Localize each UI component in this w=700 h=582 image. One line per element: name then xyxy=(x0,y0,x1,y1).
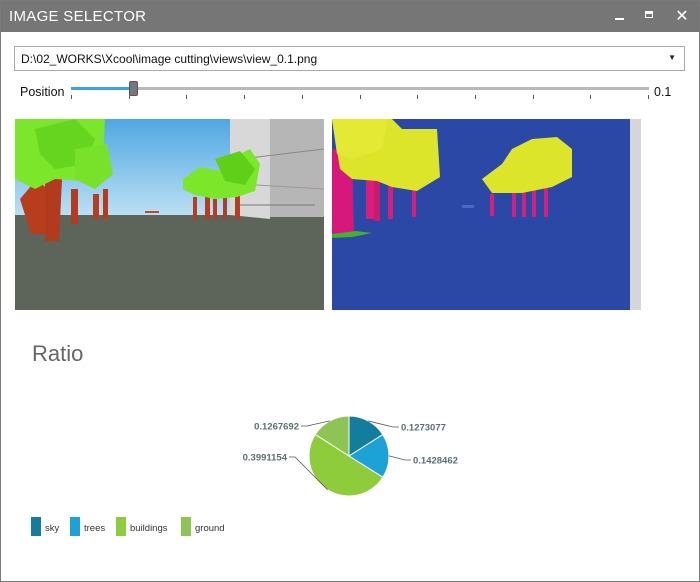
pie-data-label-sky: 0.1273077 xyxy=(401,423,446,434)
file-path-value: D:\02_WORKS\Xcool\image cutting\views\vi… xyxy=(21,52,318,66)
file-path-dropdown[interactable]: D:\02_WORKS\Xcool\image cutting\views\vi… xyxy=(14,46,685,71)
slider-tick xyxy=(186,95,188,99)
slider-tick xyxy=(244,95,246,99)
maximize-icon xyxy=(645,11,653,18)
slider-tick xyxy=(532,95,534,99)
pie-leader-line-trees xyxy=(388,455,411,461)
slider-tick xyxy=(301,95,303,99)
legend-swatch-trees xyxy=(70,517,80,536)
pie-data-label-buildings: 0.3991154 xyxy=(243,453,288,464)
position-label: Position xyxy=(20,85,65,99)
slider-tick xyxy=(474,95,476,99)
rendered-view-image xyxy=(15,119,324,310)
position-value: 0.1 xyxy=(654,85,672,99)
slider-thumb[interactable] xyxy=(128,81,138,96)
minimize-icon xyxy=(615,18,624,20)
ratio-pie-chart: 0.1273077 0.1428462 0.3991154 0.1267692 xyxy=(243,415,458,497)
title-bar[interactable]: IMAGE SELECTOR ✕ xyxy=(1,1,699,32)
slider-track[interactable] xyxy=(71,87,649,90)
legend-label-trees: trees xyxy=(84,523,106,534)
slider-track-fill xyxy=(71,87,133,90)
chevron-down-icon: ▼ xyxy=(668,53,676,62)
legend-swatch-sky xyxy=(31,517,41,536)
slider-tick xyxy=(648,95,649,99)
legend-label-ground: ground xyxy=(195,523,225,534)
legend-swatch-buildings xyxy=(116,517,126,536)
pie-data-label-ground: 0.1267692 xyxy=(254,422,299,433)
close-icon: ✕ xyxy=(675,8,689,25)
maximize-button[interactable] xyxy=(635,1,665,32)
window-title: IMAGE SELECTOR xyxy=(9,8,147,25)
legend-label-sky: sky xyxy=(45,523,60,534)
slider-tick xyxy=(71,95,72,99)
slider-tick xyxy=(417,95,419,99)
legend-swatch-ground xyxy=(181,517,191,536)
position-slider[interactable] xyxy=(71,81,649,105)
segmentation-view-image xyxy=(332,119,641,310)
minimize-button[interactable] xyxy=(605,1,635,32)
slider-tick xyxy=(359,95,361,99)
legend-label-buildings: buildings xyxy=(130,523,168,534)
close-button[interactable]: ✕ xyxy=(667,1,697,32)
image-selector-window: IMAGE SELECTOR ✕ D:\02_WORKS\Xcool\image… xyxy=(0,0,700,582)
pie-data-label-trees: 0.1428462 xyxy=(413,456,458,467)
slider-tick xyxy=(590,95,592,99)
ratio-chart-title: Ratio xyxy=(32,341,84,366)
